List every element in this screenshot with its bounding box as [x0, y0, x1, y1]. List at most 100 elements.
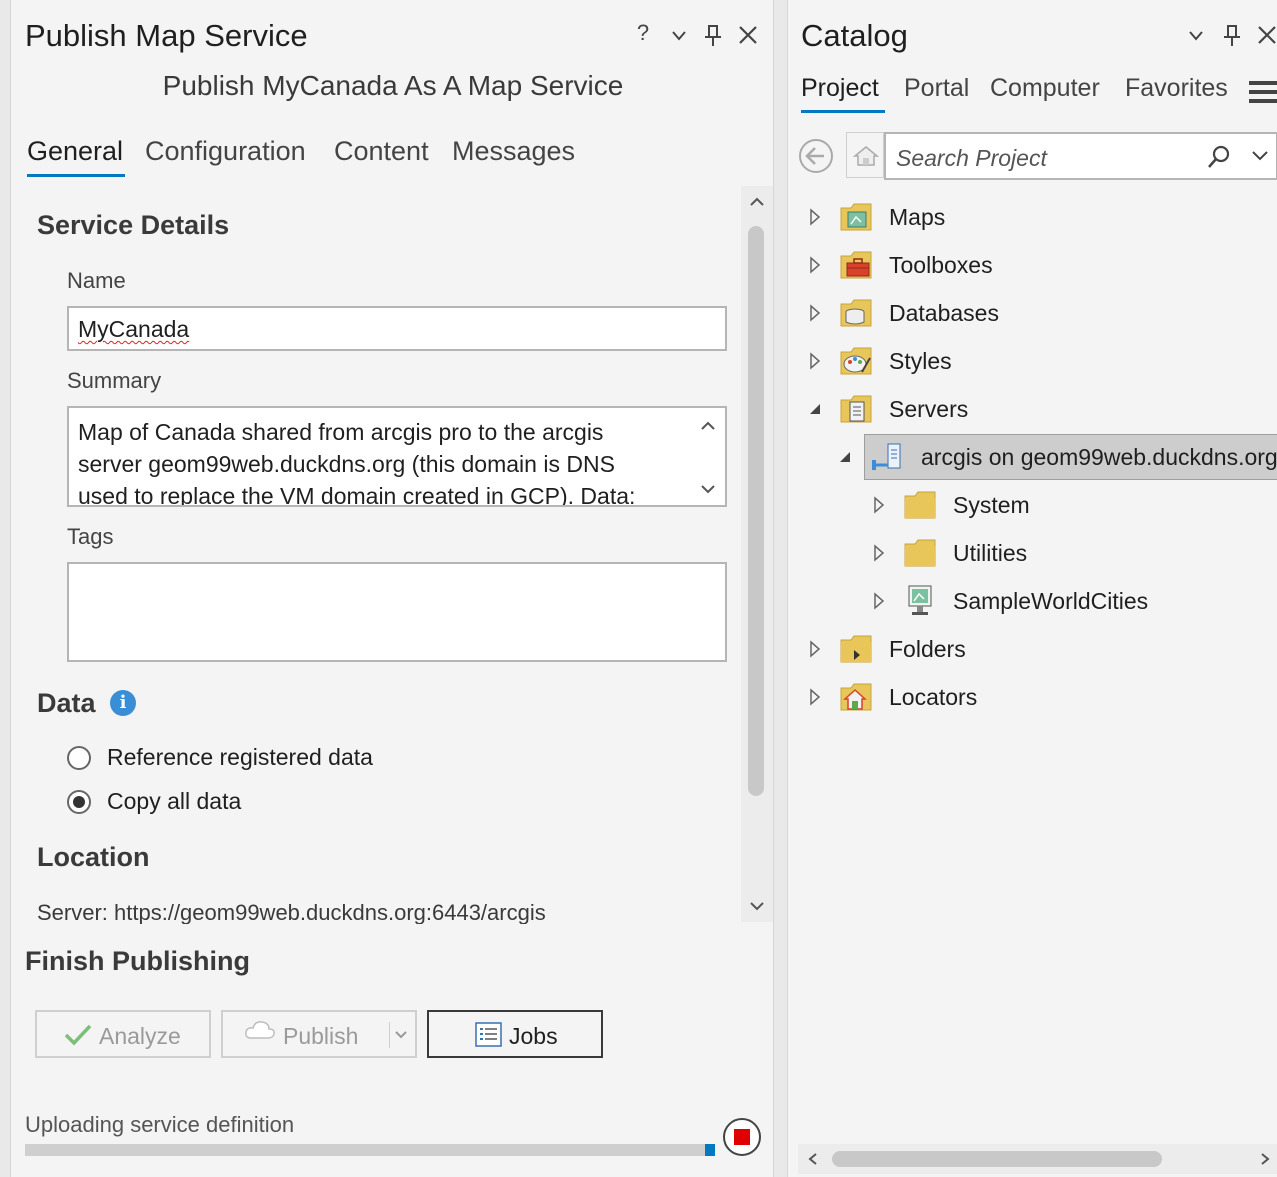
- pin-icon[interactable]: [701, 22, 725, 50]
- tree-label: SampleWorldCities: [953, 588, 1149, 614]
- name-input[interactable]: MyCanada: [67, 306, 727, 351]
- summary-label: Summary: [67, 368, 162, 393]
- upload-progress-tip: [705, 1144, 715, 1156]
- hamburger-menu-icon[interactable]: [1248, 78, 1277, 106]
- jobs-button[interactable]: Jobs: [427, 1010, 603, 1058]
- tree-item-servers[interactable]: Servers: [808, 386, 1277, 434]
- tags-label: Tags: [67, 524, 114, 549]
- cancel-upload-button[interactable]: [723, 1118, 761, 1156]
- tree-item-system[interactable]: System: [872, 482, 1277, 530]
- horizontal-scrollbar[interactable]: [798, 1144, 1277, 1174]
- tree-label: Toolboxes: [889, 252, 993, 278]
- tree-label: Folders: [889, 636, 966, 662]
- close-icon[interactable]: [735, 22, 761, 48]
- copy-all-data-radio[interactable]: [67, 790, 91, 814]
- server-connection-icon: [872, 443, 901, 470]
- finish-publishing-heading: Finish Publishing: [25, 946, 250, 976]
- copy-all-data-label[interactable]: Copy all data: [107, 788, 241, 815]
- collapse-arrow-icon: [810, 404, 820, 414]
- catalog-title: Catalog: [801, 18, 908, 53]
- summary-scroll-up-icon[interactable]: [699, 418, 717, 434]
- summary-line-2: server geom99web.duckdns.org (this domai…: [78, 451, 615, 477]
- catalog-pin-icon[interactable]: [1220, 22, 1244, 50]
- publish-split-divider: [389, 1022, 390, 1048]
- info-icon[interactable]: i: [110, 690, 136, 716]
- search-project-input[interactable]: Search Project: [884, 132, 1277, 180]
- tree-label: System: [953, 492, 1030, 518]
- active-tab-indicator: [27, 174, 125, 177]
- tab-favorites[interactable]: Favorites: [1125, 74, 1228, 103]
- tree-item-utilities[interactable]: Utilities: [872, 530, 1277, 578]
- tree-item-maps[interactable]: Maps: [808, 194, 1277, 242]
- upload-progress-fill: [25, 1144, 709, 1156]
- catalog-close-icon[interactable]: [1254, 22, 1277, 48]
- expand-arrow-icon: [810, 352, 821, 370]
- tree-item-folders[interactable]: Folders: [808, 626, 1277, 674]
- tree-item-sampleworldcities[interactable]: SampleWorldCities: [872, 578, 1277, 626]
- toolboxes-folder-icon: [840, 251, 872, 279]
- checkmark-icon: [64, 1024, 92, 1046]
- server-url-text: Server: https://geom99web.duckdns.org:64…: [37, 900, 546, 924]
- tab-messages[interactable]: Messages: [452, 136, 575, 167]
- tree-item-toolboxes[interactable]: Toolboxes: [808, 242, 1277, 290]
- tab-project[interactable]: Project: [801, 74, 879, 103]
- publish-map-service-pane: Publish Map Service ? Publish MyCanada A…: [10, 0, 774, 1177]
- expand-arrow-icon: [874, 544, 885, 562]
- scroll-up-icon[interactable]: [748, 194, 766, 210]
- tree-item-databases[interactable]: Databases: [808, 290, 1277, 338]
- folder-icon: [904, 539, 936, 567]
- maps-folder-icon: [840, 203, 872, 231]
- databases-folder-icon: [840, 299, 872, 327]
- tree-label: Locators: [889, 684, 978, 710]
- horizontal-scrollbar-thumb[interactable]: [832, 1151, 1162, 1167]
- catalog-menu-chevron-icon[interactable]: [1182, 22, 1210, 50]
- data-heading: Data: [37, 688, 96, 718]
- pane-menu-chevron-icon[interactable]: [665, 22, 693, 50]
- summary-textarea[interactable]: Map of Canada shared from arcgis pro to …: [67, 406, 727, 507]
- pane-title: Publish Map Service: [25, 18, 308, 53]
- search-options-chevron-icon: [1252, 151, 1268, 161]
- pane-subtitle: Publish MyCanada As A Map Service: [162, 70, 624, 101]
- expand-arrow-icon: [874, 592, 885, 610]
- tags-input[interactable]: [67, 562, 727, 662]
- folder-icon: [904, 491, 936, 519]
- general-scroll-area: Service Details Name MyCanada Summary Ma…: [27, 184, 771, 924]
- cloud-icon: [245, 1021, 275, 1039]
- back-arrow-icon[interactable]: [798, 138, 834, 174]
- folders-folder-icon: [840, 635, 872, 663]
- tree-item-arcgis-server-connection[interactable]: arcgis on geom99web.duckdns.org: [838, 434, 1277, 482]
- chevron-down-icon: [395, 1031, 407, 1039]
- summary-scroll-down-icon[interactable]: [699, 481, 717, 497]
- tree-label: Databases: [889, 300, 999, 326]
- tab-configuration[interactable]: Configuration: [145, 136, 306, 167]
- analyze-button[interactable]: Analyze: [35, 1010, 211, 1058]
- summary-line-3: used to replace the VM domain created in…: [78, 483, 636, 507]
- tree-item-locators[interactable]: Locators: [808, 674, 1277, 722]
- tab-computer[interactable]: Computer: [990, 74, 1100, 103]
- jobs-button-label: Jobs: [509, 1023, 558, 1049]
- scroll-down-icon[interactable]: [748, 898, 766, 914]
- tab-portal[interactable]: Portal: [904, 74, 969, 103]
- service-details-heading: Service Details: [37, 210, 230, 240]
- reference-registered-data-label[interactable]: Reference registered data: [107, 744, 373, 771]
- tab-content[interactable]: Content: [334, 136, 429, 167]
- servers-folder-icon: [840, 395, 872, 423]
- summary-line-1: Map of Canada shared from arcgis pro to …: [78, 419, 604, 445]
- name-label: Name: [67, 268, 126, 293]
- scroll-left-icon: [808, 1153, 817, 1165]
- expand-arrow-icon: [874, 496, 885, 514]
- location-heading: Location: [37, 842, 150, 872]
- tree-item-styles[interactable]: Styles: [808, 338, 1277, 386]
- expand-arrow-icon: [810, 256, 821, 274]
- tree-label: Maps: [889, 204, 946, 230]
- home-button[interactable]: [846, 132, 884, 178]
- catalog-pane: Catalog Project Portal Computer Favorite…: [787, 0, 1277, 1177]
- reference-registered-data-radio[interactable]: [67, 746, 91, 770]
- vertical-scrollbar[interactable]: [741, 186, 773, 922]
- help-icon[interactable]: ?: [629, 20, 657, 46]
- publish-button[interactable]: Publish: [221, 1010, 417, 1058]
- tab-general[interactable]: General: [27, 136, 123, 167]
- publish-button-label: Publish: [283, 1023, 359, 1049]
- tree-label: arcgis on geom99web.duckdns.org: [921, 444, 1277, 470]
- scrollbar-thumb[interactable]: [748, 226, 764, 796]
